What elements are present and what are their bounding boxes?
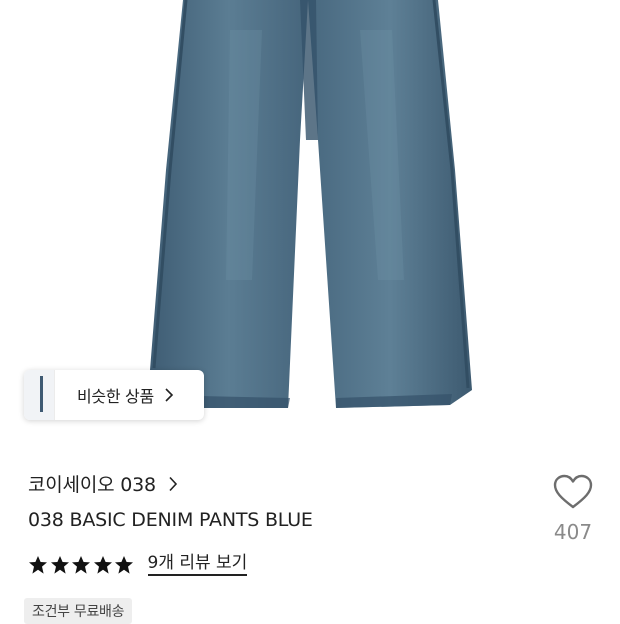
chevron-right-icon	[165, 388, 174, 402]
star-rating	[28, 555, 136, 575]
shipping-badge: 조건부 무료배송	[24, 598, 133, 624]
similar-product-thumbnail	[24, 370, 55, 420]
star-icon	[115, 555, 133, 574]
product-name: 038 BASIC DENIM PANTS BLUE	[28, 509, 313, 531]
brand-link[interactable]: 코이세이오 038	[28, 470, 178, 497]
chevron-right-icon	[169, 476, 177, 491]
heart-icon	[553, 474, 593, 509]
star-icon	[50, 555, 69, 574]
star-icon	[93, 555, 112, 574]
similar-products-button[interactable]: 비슷한 상품	[24, 370, 204, 420]
like-count: 407	[553, 520, 593, 544]
rating-row: 9개 리뷰 보기	[28, 553, 248, 577]
like-button[interactable]: 407	[548, 474, 598, 544]
similar-products-label: 비슷한 상품	[77, 387, 154, 406]
star-icon	[72, 555, 90, 574]
brand-name: 코이세이오 038	[28, 474, 156, 496]
star-icon	[29, 555, 47, 574]
review-link[interactable]: 9개 리뷰 보기	[147, 553, 248, 577]
